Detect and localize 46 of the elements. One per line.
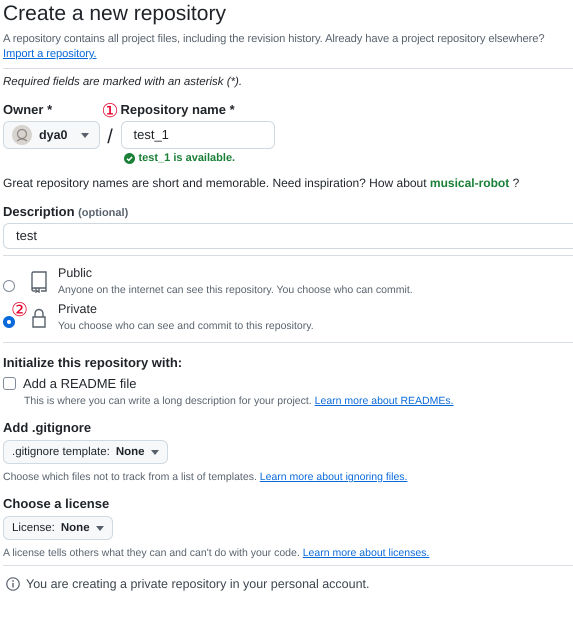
avatar-icon [12,125,32,145]
import-link[interactable]: Import a repository. [3,48,97,60]
intro-text: A repository contains all project files, including the revision history. Already have a project repository elsewhere? Import a repository. [3,32,546,62]
info-icon [6,577,20,591]
suggestion-text: Great repository names are short and memorable. Need inspiration? How about [3,176,427,190]
owner-dropdown[interactable]: dya0 [3,121,100,149]
gitignore-help-text: Choose which files not to track from a list of templates. Learn more about ignoring files. [3,471,408,483]
check-circle-icon [124,152,134,164]
required-note: Required fields are marked with an asterisk (*). [3,76,244,88]
suggested-name-link[interactable]: musical-robot [430,176,510,190]
repository-name-label: Repository name * [120,102,236,117]
visibility-radio[interactable] [3,280,15,292]
owner-label: Owner * [3,102,54,117]
notice-text: You are creating a private repository in your personal account. [26,577,370,591]
readme-help-text: This is where you can write a long description for your project. Learn more about READMEs. [24,395,455,407]
caret-icon [80,132,88,138]
visibility-radio[interactable] [3,316,15,328]
annotation-marker: ① [102,102,118,121]
description-label: Description [3,204,75,219]
initialize-heading: Initialize this repository with: [3,355,184,370]
description-field[interactable]: test [3,223,573,249]
lock-icon [30,307,48,329]
page-title: Create a new repository [3,2,227,26]
separator-slash: / [107,126,113,149]
caret-icon [150,450,159,454]
annotation-marker: ② [11,301,28,320]
license-help-text: A license tells others what they can and can't do with your code. Learn more about licenses. [3,547,430,559]
gitignore-learn-link[interactable]: Learn more about ignoring files. [260,471,408,483]
visibility-description: Anyone on the internet can see this repository. You choose who can commit. [58,284,413,296]
caret-icon [96,526,104,530]
readme-label: Add a README file [23,376,136,391]
gitignore-dropdown[interactable]: .gitignore template: None [3,440,168,464]
book-icon [30,271,48,293]
gitignore-heading: Add .gitignore [3,420,92,435]
license-heading: Choose a license [3,496,110,511]
repository-name-field[interactable]: test_1 [120,121,274,149]
readme-learn-link[interactable]: Learn more about READMEs. [314,395,454,407]
visibility-description: You choose who can see and commit to this repository. [58,320,314,332]
license-learn-link[interactable]: Learn more about licenses. [302,547,430,559]
visibility-title: Public [58,266,94,280]
license-dropdown[interactable]: License: None [3,516,113,540]
question-mark: ? [512,176,520,190]
visibility-title: Private [58,302,98,316]
availability-message: test_1 is available. [138,152,236,164]
optional-hint: (optional) [78,207,128,219]
readme-checkbox[interactable] [3,377,16,390]
